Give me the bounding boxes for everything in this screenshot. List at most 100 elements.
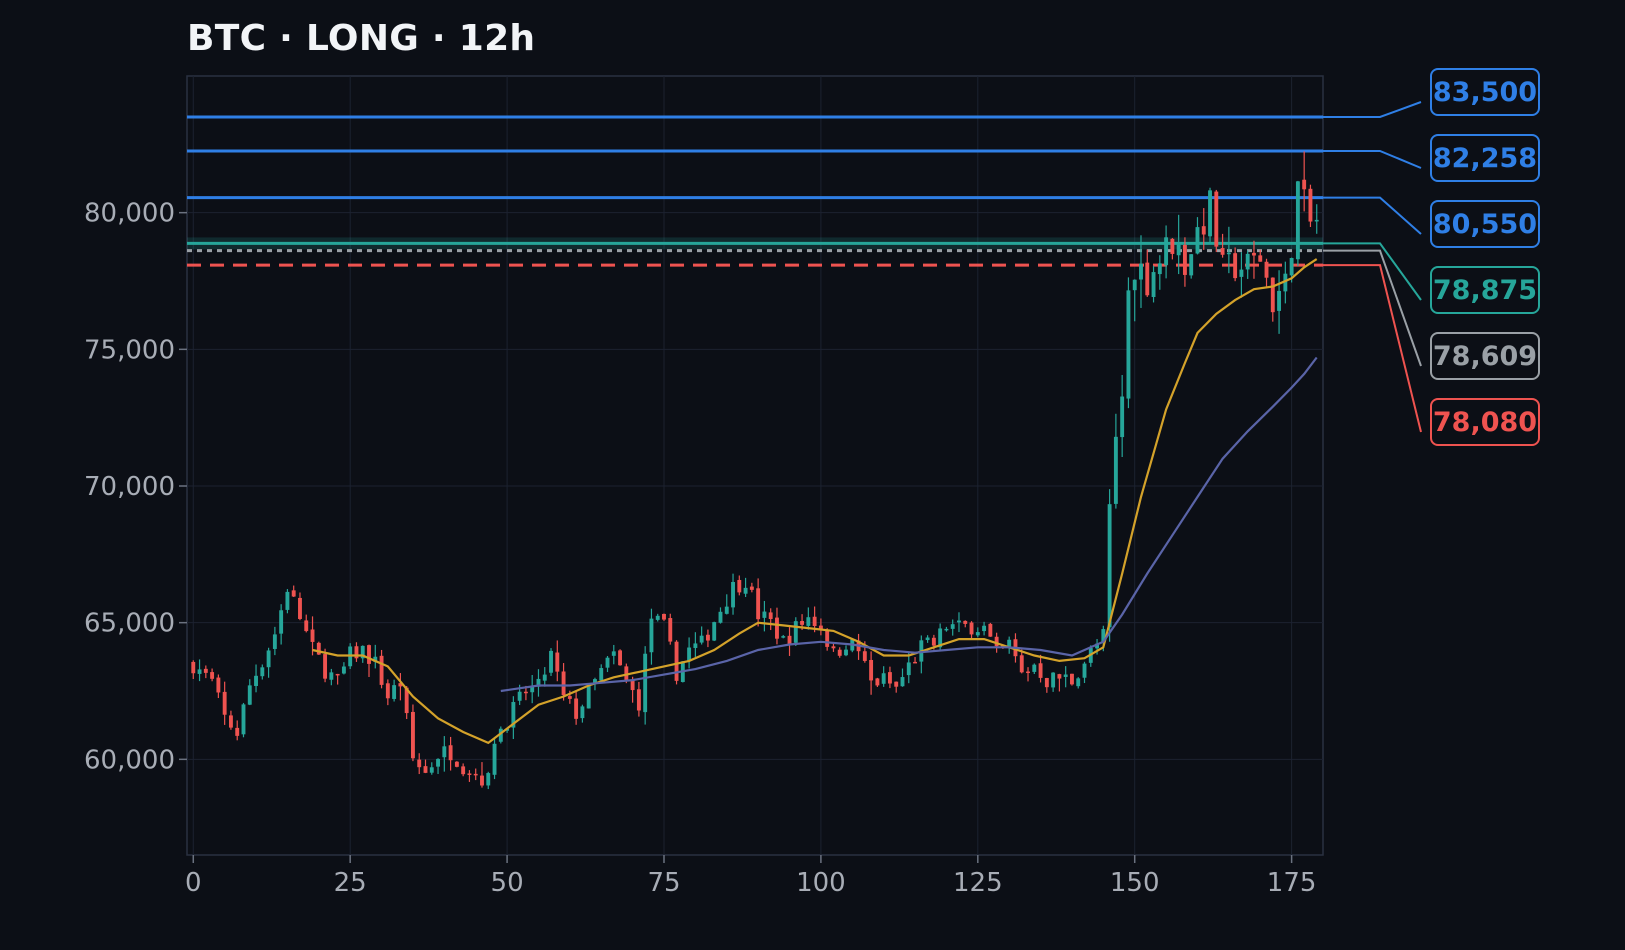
candle-body (875, 678, 880, 686)
candle-body (1258, 255, 1263, 262)
candle-body (975, 632, 980, 636)
candle-body (285, 591, 290, 610)
x-tick-label: 0 (185, 868, 202, 898)
candle-body (586, 685, 591, 709)
level-connector (1323, 249, 1422, 367)
candle-body (894, 681, 899, 687)
candle-body (448, 745, 453, 761)
level-connector (1323, 242, 1422, 301)
candle-body (561, 671, 566, 696)
candle-body (203, 668, 208, 673)
candle-body (862, 651, 867, 661)
candle-body (410, 711, 415, 759)
level-label: 78,875 (1433, 275, 1537, 306)
candle-body (655, 615, 660, 620)
candle-body (1157, 263, 1162, 275)
candle-body (887, 672, 892, 684)
candle-body (1182, 244, 1187, 275)
candle-body (749, 586, 754, 590)
candle-body (1270, 277, 1275, 313)
candle-body (1208, 190, 1212, 237)
y-tick-label: 60,000 (84, 745, 175, 775)
candle-body (304, 620, 309, 632)
candle-body (492, 743, 497, 775)
candle-body (392, 685, 397, 699)
candle-body (1057, 674, 1062, 679)
candle-body (599, 668, 604, 681)
candle-body (235, 727, 240, 736)
level-label: 78,609 (1433, 341, 1537, 372)
y-tick-label: 75,000 (84, 335, 175, 365)
candle-body (580, 706, 585, 719)
candle-body (831, 646, 836, 649)
candle-body (931, 637, 936, 646)
candle-body (1264, 261, 1269, 278)
candle-body (1070, 673, 1074, 685)
candle-body (1120, 396, 1125, 438)
x-tick-label: 25 (334, 868, 367, 898)
y-tick-label: 70,000 (84, 472, 175, 502)
candle-body (517, 691, 522, 701)
candle-body (957, 620, 961, 623)
candle-body (630, 680, 635, 691)
candlestick-chart: 0 25 50 75 100 125 150 175 60,000 65,000 70,000 75,… (84, 68, 1540, 898)
candle-body (756, 588, 761, 620)
candle-body (925, 637, 930, 641)
candle-body (298, 597, 302, 619)
candle-body (367, 645, 371, 664)
candle-body (775, 617, 779, 639)
candle-body (1151, 272, 1156, 298)
candle-body (1107, 504, 1112, 628)
candle-body (272, 634, 277, 649)
candle-body (1132, 279, 1137, 291)
level-connector (1323, 196, 1422, 235)
candle-body (480, 775, 484, 786)
candle-body (454, 761, 459, 767)
candle-body (1032, 664, 1037, 672)
candle-body (1308, 188, 1313, 222)
candle-body (1176, 244, 1181, 256)
candle-body (674, 641, 679, 681)
candle-body (323, 654, 328, 679)
candle-body (636, 689, 641, 711)
candle-body (216, 677, 221, 693)
candle-body (1252, 252, 1256, 256)
candle-body (1170, 238, 1175, 254)
candle-body (1302, 179, 1307, 190)
candle-body (417, 759, 422, 768)
candle-body (1044, 677, 1049, 688)
candle-body (1113, 436, 1118, 504)
candle-body (611, 651, 616, 656)
candle-body (473, 773, 478, 776)
level-connector (1323, 264, 1422, 433)
candle-body (291, 590, 296, 597)
candle-body (555, 652, 560, 672)
x-tick-label: 75 (647, 868, 680, 898)
candle-body (643, 653, 648, 713)
level-label: 78,080 (1433, 407, 1537, 438)
candle-body (310, 629, 315, 642)
x-tick-label: 125 (953, 868, 1003, 898)
candle-body (379, 655, 384, 685)
candle-body (969, 622, 974, 635)
candle-body (737, 579, 742, 593)
candle-body (241, 704, 246, 735)
candle-body (869, 659, 874, 681)
candle-body (574, 698, 579, 719)
candle-body (461, 766, 466, 775)
candle-body (228, 715, 233, 728)
candle-body (743, 587, 748, 594)
candle-body (542, 674, 547, 681)
candle-body (881, 673, 886, 684)
candle-body (254, 675, 258, 687)
candle-body (768, 612, 773, 620)
candle-body (260, 667, 265, 677)
candle-body (787, 635, 792, 645)
candle-body (279, 610, 284, 634)
candle-body (1289, 257, 1294, 276)
candle-body (1233, 253, 1238, 279)
level-label: 80,550 (1433, 209, 1537, 240)
candle-body (523, 691, 528, 694)
candle-body (762, 611, 767, 618)
candle-body (210, 672, 215, 679)
